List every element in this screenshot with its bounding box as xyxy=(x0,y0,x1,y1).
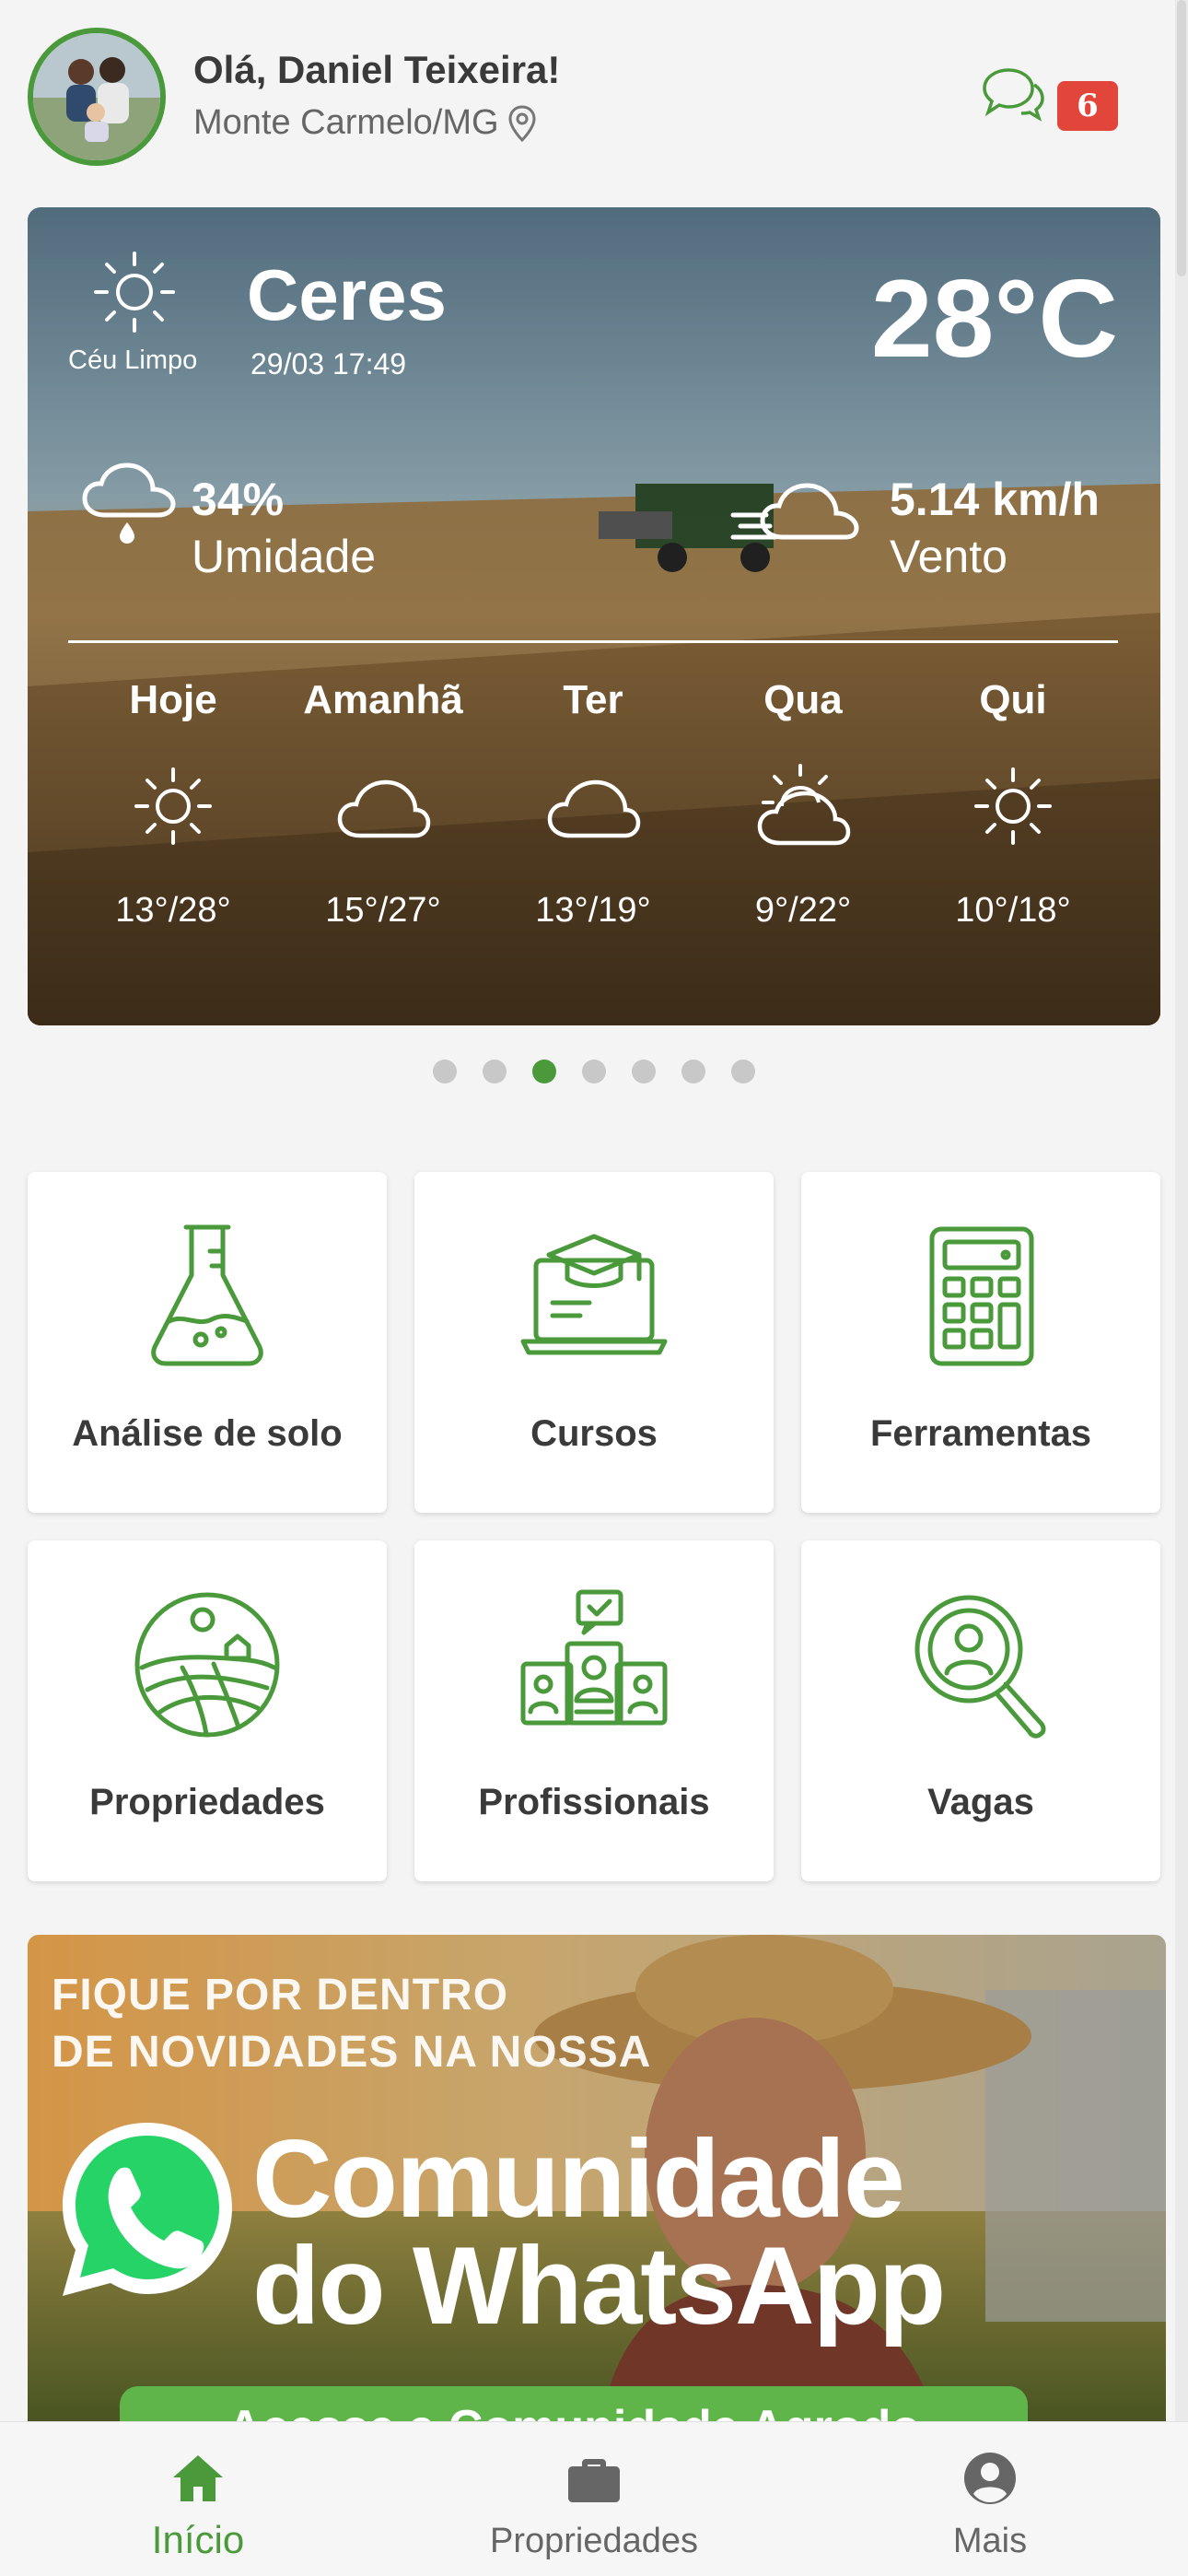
nav-propriedades[interactable]: Propriedades xyxy=(396,2422,792,2576)
feature-grid: Análise de solo Cursos Ferramentas Propr… xyxy=(28,1172,1160,1881)
tile-ferramentas[interactable]: Ferramentas xyxy=(801,1172,1160,1513)
forecast-day-name: Qui xyxy=(979,677,1047,722)
weather-divider xyxy=(68,640,1118,643)
location-text: Monte Carmelo/MG xyxy=(193,103,499,142)
home-icon xyxy=(173,2455,223,2501)
greeting-text: Olá, Daniel Teixeira! xyxy=(193,48,561,91)
sun-icon xyxy=(134,767,212,845)
avatar-photo-icon xyxy=(33,33,160,160)
forecast-temps: 15°/27° xyxy=(325,891,441,930)
current-condition: Céu Limpo xyxy=(68,345,198,375)
carousel-dot[interactable] xyxy=(681,1060,705,1083)
weather-datetime: 29/03 17:49 xyxy=(250,347,407,381)
forecast-day-name: Amanhã xyxy=(303,677,463,722)
forecast-day-name: Ter xyxy=(563,677,623,722)
forecast-temps: 10°/18° xyxy=(955,891,1071,930)
cloud-icon xyxy=(337,779,431,838)
bottom-navigation: Início Propriedades Mais xyxy=(0,2421,1188,2576)
banner-title-line2: do WhatsApp xyxy=(252,2224,946,2348)
forecast-day: Qua 9°/22° xyxy=(698,677,908,972)
sun-icon xyxy=(94,252,175,333)
account-icon xyxy=(964,2453,1016,2504)
calculator-icon xyxy=(929,1226,1034,1366)
carousel-dot[interactable] xyxy=(632,1060,656,1083)
graduation-laptop-icon xyxy=(520,1234,668,1355)
nav-label: Início xyxy=(151,2518,245,2561)
carousel-dot[interactable] xyxy=(731,1060,755,1083)
tile-cursos[interactable]: Cursos xyxy=(414,1172,774,1513)
carousel-dot-active[interactable] xyxy=(532,1060,556,1083)
tile-analise-de-solo[interactable]: Análise de solo xyxy=(28,1172,387,1513)
chat-icon[interactable] xyxy=(981,64,1045,125)
sun-icon xyxy=(974,767,1052,845)
carousel-dots xyxy=(0,1060,1188,1083)
forecast-temps: 9°/22° xyxy=(754,891,852,930)
wind-value: 5.14 km/h xyxy=(890,474,1100,525)
humidity-cloud-icon xyxy=(82,463,176,544)
weather-card[interactable]: Céu Limpo Ceres 29/03 17:49 28°C 34% Umi… xyxy=(28,207,1160,1025)
tile-vagas[interactable]: Vagas xyxy=(801,1540,1160,1881)
city-name: Ceres xyxy=(247,254,447,335)
forecast-day: Qui 10°/18° xyxy=(908,677,1118,972)
cloud-icon xyxy=(547,779,641,838)
professionals-icon xyxy=(520,1589,668,1726)
location[interactable]: Monte Carmelo/MG xyxy=(193,103,536,143)
tile-label: Profissionais xyxy=(478,1782,710,1822)
scrollbar[interactable] xyxy=(1175,0,1188,2423)
nav-inicio[interactable]: Início xyxy=(0,2422,396,2576)
nav-label: Propriedades xyxy=(489,2522,699,2560)
tile-profissionais[interactable]: Profissionais xyxy=(414,1540,774,1881)
banner-subtitle-line2: DE NOVIDADES NA NOSSA xyxy=(52,2028,652,2077)
search-person-icon xyxy=(914,1595,1046,1739)
nav-mais[interactable]: Mais xyxy=(792,2422,1188,2576)
briefcase-icon xyxy=(568,2459,620,2502)
forecast-temps: 13°/28° xyxy=(115,891,231,930)
carousel-dot[interactable] xyxy=(582,1060,606,1083)
tile-label: Vagas xyxy=(927,1782,1034,1822)
forecast-day: Hoje 13°/28° xyxy=(68,677,278,972)
wind-label: Vento xyxy=(890,531,1007,582)
humidity-label: Umidade xyxy=(192,531,377,582)
forecast-temps: 13°/19° xyxy=(535,891,651,930)
humidity-value: 34% xyxy=(192,474,285,525)
banner-subtitle-line1: FIQUE POR DENTRO xyxy=(52,1971,509,2020)
tile-label: Análise de solo xyxy=(72,1413,343,1454)
whatsapp-logo-icon xyxy=(63,2123,232,2296)
current-temperature: 28°C xyxy=(870,257,1118,381)
tile-label: Cursos xyxy=(530,1413,658,1454)
tile-propriedades[interactable]: Propriedades xyxy=(28,1540,387,1881)
forecast-row: Hoje 13°/28° Amanhã 15°/27° Ter 13°/19° … xyxy=(68,677,1118,972)
forecast-day: Amanhã 15°/27° xyxy=(278,677,488,972)
forecast-day-name: Hoje xyxy=(129,677,217,722)
location-pin-icon xyxy=(508,104,536,142)
flask-icon xyxy=(151,1224,263,1366)
avatar[interactable] xyxy=(28,28,166,166)
forecast-day: Ter 13°/19° xyxy=(488,677,698,972)
carousel-dot[interactable] xyxy=(483,1060,507,1083)
nav-label: Mais xyxy=(952,2522,1028,2560)
header: Olá, Daniel Teixeira! Monte Carmelo/MG 6 xyxy=(0,0,1188,193)
forecast-day-name: Qua xyxy=(763,677,843,722)
tile-label: Ferramentas xyxy=(869,1413,1092,1454)
carousel-dot[interactable] xyxy=(433,1060,457,1083)
whatsapp-community-banner[interactable]: FIQUE POR DENTRO DE NOVIDADES NA NOSSA C… xyxy=(28,1935,1166,2432)
partly-cloudy-icon xyxy=(757,764,851,846)
farm-field-icon xyxy=(134,1592,280,1738)
tile-label: Propriedades xyxy=(89,1782,325,1822)
wind-icon xyxy=(730,483,859,540)
message-count-badge[interactable]: 6 xyxy=(1057,81,1118,131)
